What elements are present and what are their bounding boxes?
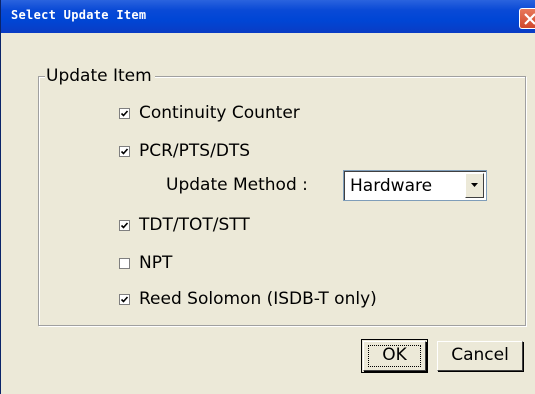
continuity-counter-label: Continuity Counter [139, 103, 300, 123]
update-method-label: Update Method : [166, 175, 308, 195]
select-update-item-dialog: Select Update Item Update Item Continuit… [0, 0, 535, 394]
pcr-pts-dts-option[interactable]: PCR/PTS/DTS [119, 139, 250, 163]
pcr-pts-dts-checkbox[interactable] [119, 145, 130, 157]
npt-label: NPT [139, 253, 173, 273]
update-method-select[interactable]: Hardware [343, 170, 487, 201]
checkmark-icon [120, 221, 129, 229]
tdt-tot-stt-label: TDT/TOT/STT [139, 215, 250, 235]
ok-button[interactable]: OK [361, 339, 428, 373]
cancel-button-label: Cancel [451, 345, 509, 365]
tdt-tot-stt-checkbox[interactable] [119, 219, 130, 231]
cancel-button[interactable]: Cancel [437, 341, 523, 371]
focus-rectangle [368, 345, 421, 367]
close-icon [524, 13, 535, 25]
tdt-tot-stt-option[interactable]: TDT/TOT/STT [119, 213, 250, 237]
continuity-counter-option[interactable]: Continuity Counter [119, 101, 300, 125]
reed-solomon-label: Reed Solomon (ISDB-T only) [139, 289, 377, 309]
reed-solomon-option[interactable]: Reed Solomon (ISDB-T only) [119, 287, 377, 311]
checkmark-icon [120, 295, 129, 303]
window-title: Select Update Item [11, 8, 147, 22]
npt-checkbox[interactable] [119, 257, 130, 269]
title-bar[interactable]: Select Update Item [1, 0, 535, 33]
npt-option[interactable]: NPT [119, 251, 172, 275]
pcr-pts-dts-label: PCR/PTS/DTS [139, 141, 251, 161]
close-button[interactable] [519, 8, 535, 29]
update-method-value: Hardware [350, 176, 433, 196]
continuity-counter-checkbox[interactable] [119, 107, 130, 119]
reed-solomon-checkbox[interactable] [119, 293, 130, 305]
dropdown-button[interactable] [465, 173, 484, 198]
checkmark-icon [120, 109, 129, 117]
checkmark-icon [120, 147, 129, 155]
chevron-down-icon [471, 183, 478, 187]
update-item-group-label: Update Item [45, 65, 155, 87]
